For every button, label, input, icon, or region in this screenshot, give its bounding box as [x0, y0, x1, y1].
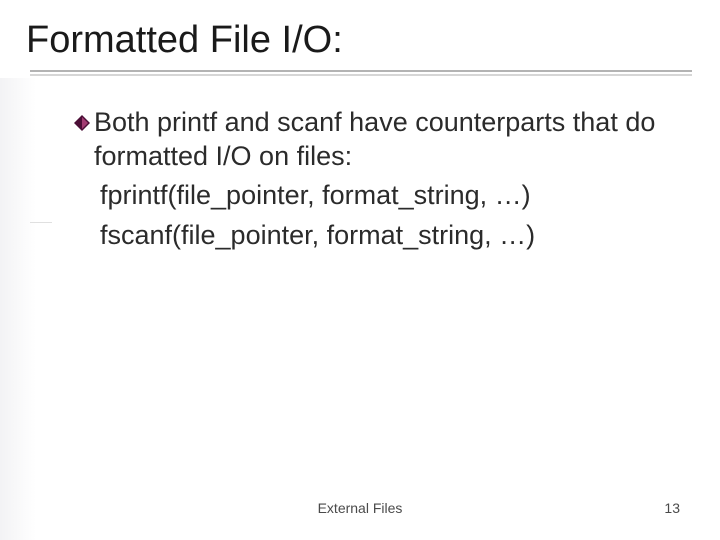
page-title: Formatted File I/O: [26, 20, 694, 62]
code-line-fprintf: fprintf(file_pointer, format_string, …) [100, 179, 664, 213]
page-number: 13 [664, 500, 680, 516]
diamond-bullet-icon [74, 115, 90, 131]
title-underline [30, 70, 692, 76]
content-area: Both printf and scanf have counterparts … [26, 106, 694, 253]
bullet-item: Both printf and scanf have counterparts … [76, 106, 664, 174]
footer-text: External Files [0, 500, 720, 516]
bullet-lead-text: Both printf and scanf have counterparts … [94, 106, 664, 174]
underline-top [30, 70, 692, 72]
code-line-fscanf: fscanf(file_pointer, format_string, …) [100, 219, 664, 253]
underline-bottom [30, 74, 692, 76]
guide-tick [30, 222, 52, 223]
slide: Formatted File I/O: Both printf and scan… [0, 0, 720, 540]
